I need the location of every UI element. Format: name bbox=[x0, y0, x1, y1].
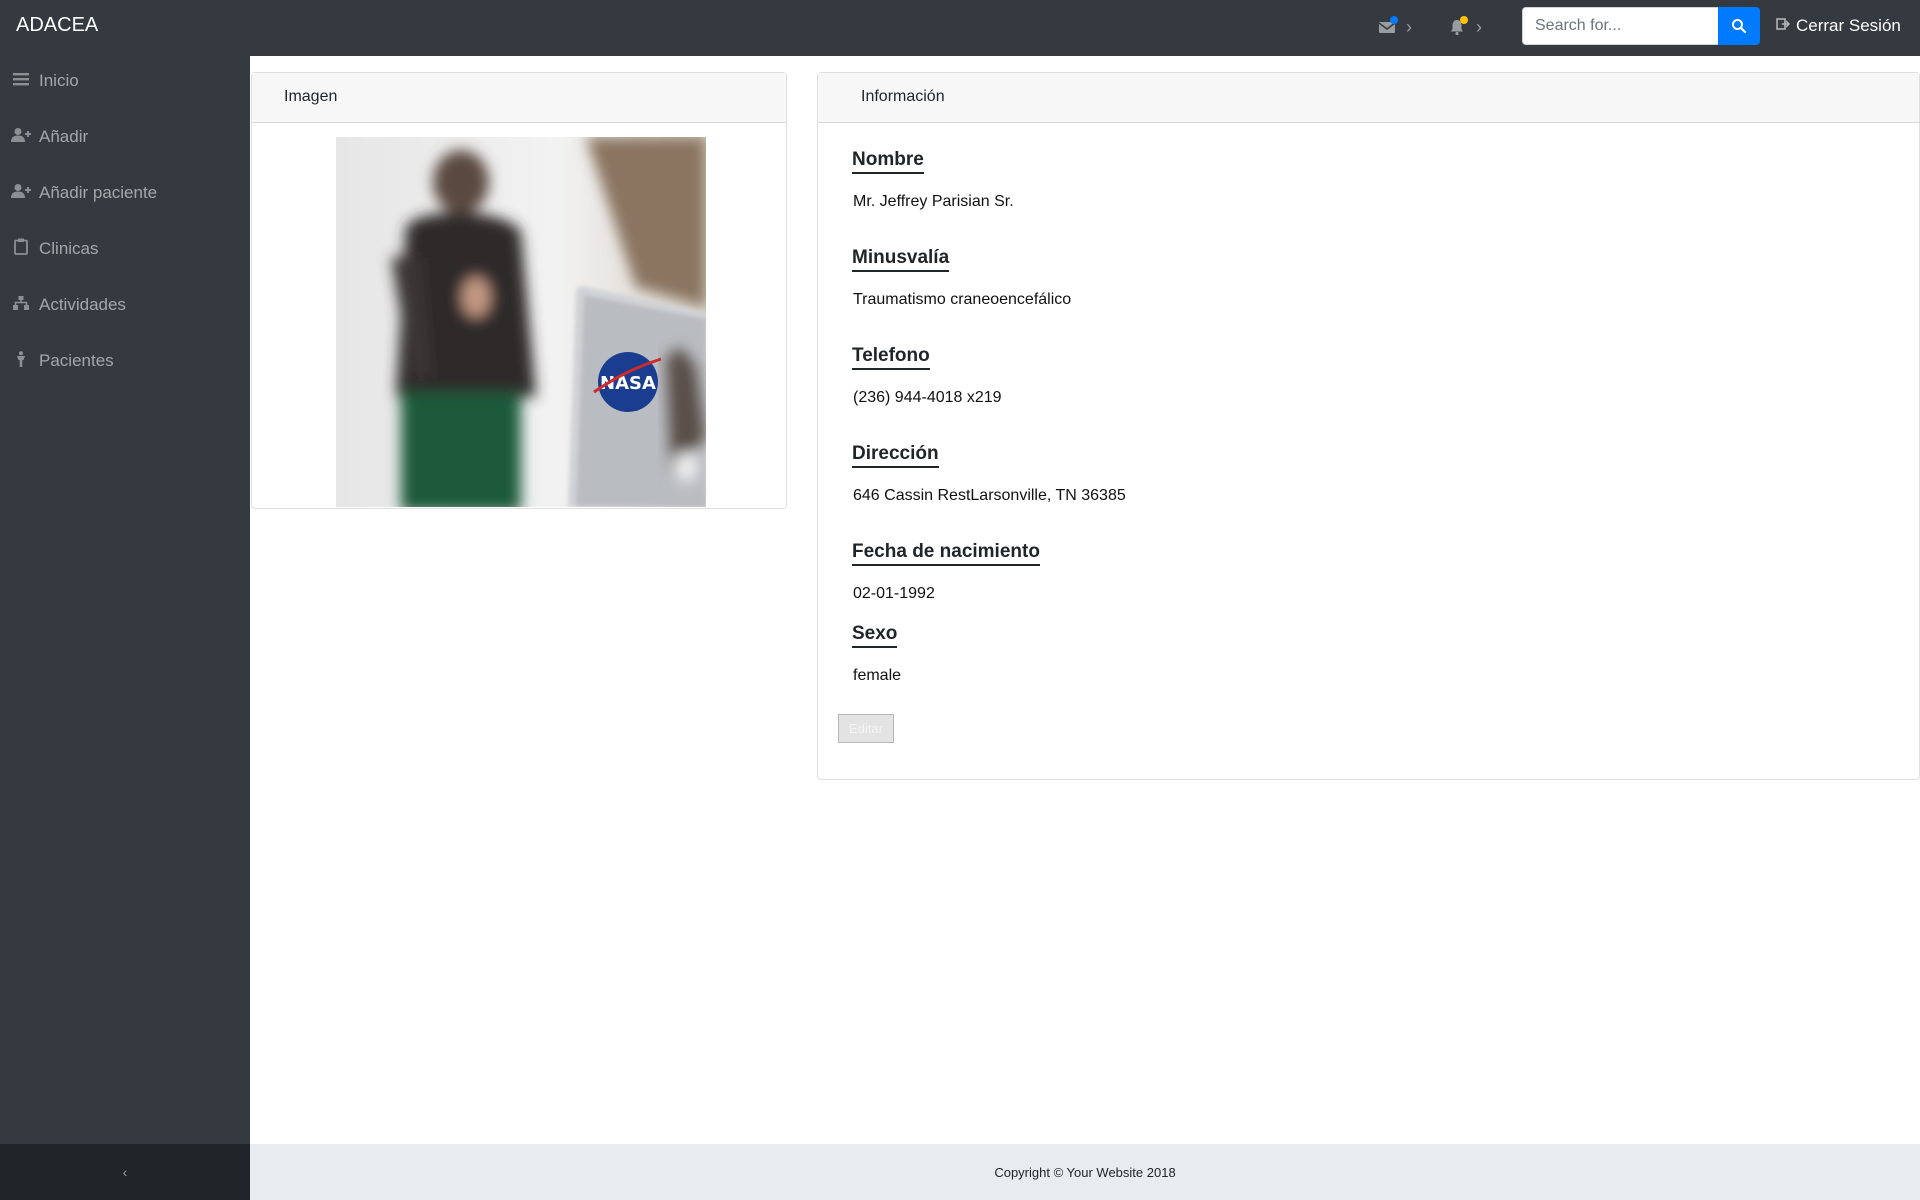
chevron-left-icon: ‹ bbox=[122, 1164, 128, 1180]
sidebar-item-label: Actividades bbox=[39, 295, 126, 314]
sidebar-item-label: Pacientes bbox=[39, 351, 114, 370]
sidebar-item-label: Añadir paciente bbox=[39, 183, 158, 202]
field-title-fecha-nacimiento: Fecha de nacimiento bbox=[852, 541, 1040, 566]
footer: Copyright © Your Website 2018 bbox=[250, 1144, 1920, 1200]
clipboard-icon bbox=[11, 238, 31, 260]
chevron-right-icon: › bbox=[1406, 16, 1412, 37]
alerts-indicator-dot bbox=[1460, 16, 1468, 24]
field-title-sexo: Sexo bbox=[852, 623, 898, 648]
sidebar-item-label: Clinicas bbox=[39, 239, 99, 258]
info-card-header: Información bbox=[818, 73, 1919, 123]
field-title-direccion: Dirección bbox=[852, 443, 939, 468]
bars-icon bbox=[11, 71, 31, 91]
envelope-icon bbox=[1378, 16, 1398, 36]
sidebar-item-inicio[interactable]: Inicio bbox=[0, 61, 250, 101]
sitemap-icon bbox=[11, 295, 31, 315]
edit-button[interactable]: Editar bbox=[838, 714, 894, 743]
field-value-nombre: Mr. Jeffrey Parisian Sr. bbox=[853, 193, 1014, 210]
patient-photo: NASA bbox=[336, 137, 706, 507]
field-value-sexo: female bbox=[853, 667, 902, 684]
alerts-dropdown[interactable]: › bbox=[1448, 14, 1482, 40]
user-plus-icon bbox=[11, 127, 31, 148]
chevron-right-icon: › bbox=[1476, 16, 1482, 37]
sidebar-item-label: Añadir bbox=[39, 127, 89, 146]
messages-dropdown[interactable]: › bbox=[1378, 14, 1412, 40]
search-form bbox=[1522, 7, 1760, 45]
sidebar-toggle-button[interactable]: ‹ bbox=[0, 1144, 250, 1200]
field-value-fecha-nacimiento: 02-01-1992 bbox=[853, 585, 935, 602]
sign-out-icon bbox=[1776, 16, 1791, 36]
image-card-header: Imagen bbox=[252, 73, 786, 123]
image-card: Imagen NASA bbox=[251, 72, 787, 509]
sidebar-item-actividades[interactable]: Actividades bbox=[0, 285, 250, 325]
field-title-telefono: Telefono bbox=[852, 345, 930, 370]
copyright-text: Copyright © Your Website 2018 bbox=[994, 1164, 1176, 1180]
info-card: Información bbox=[817, 72, 1920, 780]
field-value-minusvalia: Traumatismo craneoencefálico bbox=[853, 291, 1072, 308]
search-button[interactable] bbox=[1718, 7, 1760, 45]
top-navbar: ADACEA › › Cerrar Sesión bbox=[0, 0, 1920, 56]
logout-label: Cerrar Sesión bbox=[1796, 16, 1901, 35]
sidebar-item-anadir-paciente[interactable]: Añadir paciente bbox=[0, 173, 250, 213]
user-plus-icon bbox=[11, 183, 31, 204]
sidebar-item-anadir[interactable]: Añadir bbox=[0, 117, 250, 157]
brand-link[interactable]: ADACEA bbox=[16, 0, 98, 56]
field-value-telefono: (236) 944-4018 x219 bbox=[853, 389, 1002, 406]
person-icon bbox=[11, 350, 31, 372]
sidebar-item-label: Inicio bbox=[39, 71, 79, 90]
field-title-nombre: Nombre bbox=[852, 149, 924, 174]
sidebar-item-pacientes[interactable]: Pacientes bbox=[0, 341, 250, 381]
logout-link[interactable]: Cerrar Sesión bbox=[1776, 14, 1901, 38]
messages-indicator-dot bbox=[1390, 16, 1398, 24]
search-input[interactable] bbox=[1522, 7, 1718, 45]
sidebar-item-clinicas[interactable]: Clinicas bbox=[0, 229, 250, 269]
field-value-direccion: 646 Cassin RestLarsonville, TN 36385 bbox=[853, 487, 1126, 504]
bell-icon bbox=[1448, 16, 1468, 36]
sidebar: Inicio Añadir Añadir paciente Clinicas A… bbox=[0, 56, 250, 1200]
field-title-minusvalia: Minusvalía bbox=[852, 247, 950, 272]
search-icon bbox=[1732, 19, 1747, 34]
